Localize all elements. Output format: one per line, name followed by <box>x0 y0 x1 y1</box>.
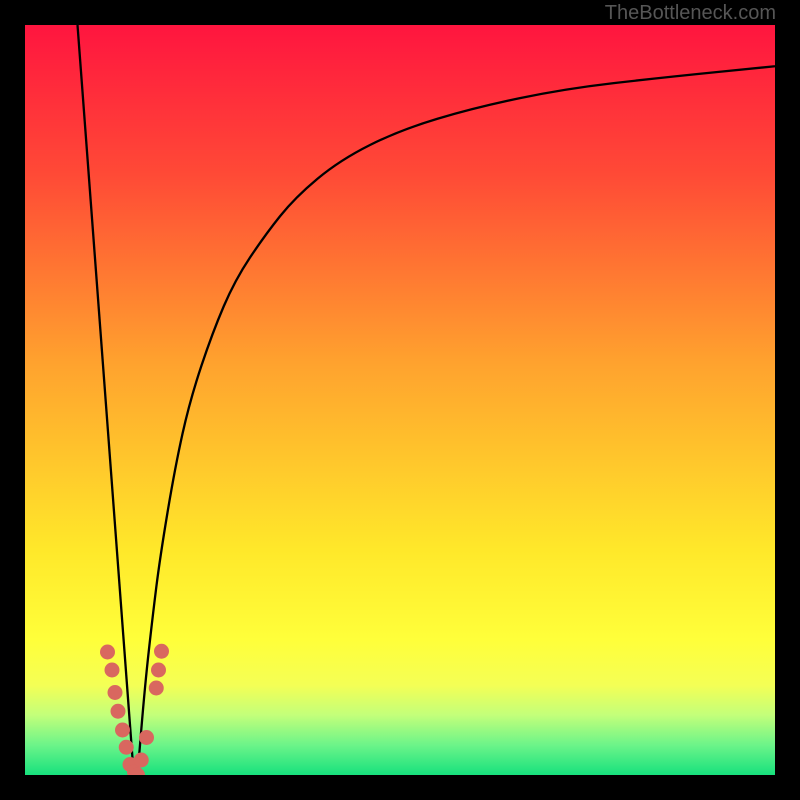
data-point-marker <box>111 704 126 719</box>
data-point-marker <box>151 663 166 678</box>
data-point-marker <box>100 645 115 660</box>
data-point-marker <box>108 685 123 700</box>
data-point-marker <box>119 740 134 755</box>
data-point-marker <box>115 723 130 738</box>
data-point-marker <box>134 753 149 768</box>
data-point-marker <box>139 730 154 745</box>
right-curve <box>138 66 776 775</box>
chart-frame: TheBottleneck.com <box>0 0 800 800</box>
bottleneck-curve-svg <box>25 25 775 775</box>
left-curve <box>78 25 134 775</box>
data-point-markers <box>100 644 169 775</box>
watermark-label: TheBottleneck.com <box>605 2 776 25</box>
data-point-marker <box>154 644 169 659</box>
data-point-marker <box>105 663 120 678</box>
plot-area <box>25 25 775 775</box>
data-point-marker <box>149 681 164 696</box>
